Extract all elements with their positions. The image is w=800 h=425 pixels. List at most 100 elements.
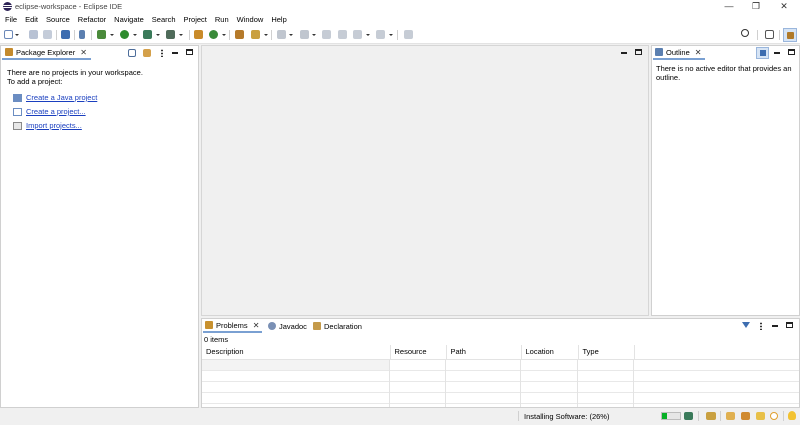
- maximize-view-icon[interactable]: [186, 49, 193, 55]
- restore-button[interactable]: ❐: [743, 0, 769, 13]
- column-type[interactable]: Type: [578, 345, 635, 360]
- outline-maximize-icon[interactable]: [788, 49, 795, 55]
- tab-package-explorer[interactable]: Package Explorer ✕: [2, 46, 91, 60]
- problems-minimize-icon[interactable]: [772, 325, 778, 327]
- search-icon[interactable]: [741, 29, 749, 37]
- back-history-icon[interactable]: [338, 30, 347, 39]
- menu-navigate[interactable]: Navigate: [110, 13, 148, 26]
- new-class-dropdown-icon[interactable]: [222, 34, 226, 36]
- column-description-label: Description: [206, 347, 244, 357]
- search-tool-icon[interactable]: [251, 30, 260, 39]
- wand-icon[interactable]: [756, 412, 765, 420]
- close-tab-icon[interactable]: ✕: [80, 48, 87, 57]
- menu-search[interactable]: Search: [148, 13, 180, 26]
- menu-run[interactable]: Run: [211, 13, 233, 26]
- update-icon[interactable]: [770, 412, 778, 420]
- progress-fill: [662, 413, 667, 419]
- import-projects-link[interactable]: Import projects...: [26, 121, 82, 130]
- tab-javadoc[interactable]: Javadoc: [268, 319, 307, 333]
- debug-icon[interactable]: [97, 30, 106, 39]
- search-dropdown-icon[interactable]: [264, 34, 268, 36]
- outline-tabbar: Outline ✕: [652, 46, 799, 60]
- new-file-icon[interactable]: [4, 30, 13, 39]
- create-project-row[interactable]: Create a project...: [13, 107, 86, 116]
- forward-icon[interactable]: [376, 30, 385, 39]
- problems-view-menu-icon[interactable]: [760, 322, 762, 330]
- create-project-link[interactable]: Create a project...: [26, 107, 86, 116]
- column-location[interactable]: Location: [521, 345, 579, 360]
- menu-window[interactable]: Window: [233, 13, 268, 26]
- terminal-icon[interactable]: [61, 30, 70, 39]
- save-icon[interactable]: [29, 30, 38, 39]
- package-explorer-tab-label: Package Explorer: [16, 47, 76, 57]
- create-java-project-row[interactable]: Create a Java project: [13, 93, 97, 102]
- outline-empty-message: There is no active editor that provides …: [656, 64, 792, 82]
- back-icon[interactable]: [353, 30, 362, 39]
- create-java-project-link[interactable]: Create a Java project: [26, 93, 97, 102]
- outline-minimize-icon[interactable]: [774, 52, 780, 54]
- next-annotation-dropdown-icon[interactable]: [289, 34, 293, 36]
- eclipse-logo-icon: [3, 2, 12, 11]
- column-description[interactable]: Description ^: [202, 345, 391, 360]
- tab-outline[interactable]: Outline ✕: [653, 46, 706, 60]
- new-dropdown-icon[interactable]: [15, 34, 19, 36]
- close-button[interactable]: ✕: [771, 0, 797, 13]
- focus-active-task-button[interactable]: [756, 47, 769, 59]
- declaration-tab-label: Declaration: [324, 321, 362, 331]
- last-edit-location-icon[interactable]: [322, 30, 331, 39]
- new-java-class-icon[interactable]: [209, 30, 218, 39]
- close-problems-icon[interactable]: ✕: [253, 321, 260, 330]
- menu-edit[interactable]: Edit: [21, 13, 42, 26]
- bottom-tabbar: Problems ✕ Javadoc Declaration: [202, 319, 799, 333]
- minimize-view-icon[interactable]: [172, 52, 178, 54]
- column-resource[interactable]: Resource: [390, 345, 447, 360]
- java-perspective-button[interactable]: [783, 28, 797, 42]
- menu-refactor[interactable]: Refactor: [74, 13, 110, 26]
- editor-maximize-icon[interactable]: [635, 49, 642, 55]
- problems-icon: [205, 321, 213, 329]
- next-annotation-icon[interactable]: [277, 30, 286, 39]
- lightbulb-icon[interactable]: [788, 411, 796, 420]
- open-perspective-icon[interactable]: [765, 30, 774, 39]
- menu-source[interactable]: Source: [42, 13, 74, 26]
- problems-tab-label: Problems: [216, 320, 248, 330]
- progress-bar: [661, 412, 681, 420]
- pin-editor-icon[interactable]: [404, 30, 413, 39]
- filter-icon[interactable]: [742, 322, 750, 328]
- debug-dropdown-icon[interactable]: [110, 34, 114, 36]
- skip-breakpoints-icon[interactable]: [79, 30, 85, 39]
- run-icon[interactable]: [120, 30, 129, 39]
- menu-help[interactable]: Help: [267, 13, 290, 26]
- minimize-button[interactable]: —: [716, 0, 742, 13]
- link-with-editor-icon[interactable]: [143, 49, 151, 57]
- external-tools-icon[interactable]: [166, 30, 175, 39]
- tab-problems[interactable]: Problems ✕: [203, 319, 263, 333]
- coverage-dropdown-icon[interactable]: [156, 34, 160, 36]
- coverage-icon[interactable]: [143, 30, 152, 39]
- notifications-icon[interactable]: [706, 412, 716, 420]
- tutorials-icon[interactable]: [741, 412, 750, 420]
- outline-tab-label: Outline: [666, 47, 690, 57]
- menu-file[interactable]: File: [0, 13, 21, 26]
- view-menu-icon[interactable]: [161, 49, 163, 57]
- tab-declaration[interactable]: Declaration: [313, 319, 362, 333]
- collapse-all-icon[interactable]: [128, 49, 136, 57]
- back-dropdown-icon[interactable]: [366, 34, 370, 36]
- external-tools-dropdown-icon[interactable]: [179, 34, 183, 36]
- progress-view-icon[interactable]: [684, 412, 693, 420]
- previous-annotation-dropdown-icon[interactable]: [312, 34, 316, 36]
- close-outline-icon[interactable]: ✕: [695, 48, 702, 57]
- problems-maximize-icon[interactable]: [786, 322, 793, 328]
- open-type-icon[interactable]: [235, 30, 244, 39]
- problems-table: Description ^ Resource Path Location Typ…: [202, 345, 799, 407]
- save-all-icon[interactable]: [43, 30, 52, 39]
- tips-icon[interactable]: [726, 412, 735, 420]
- editor-minimize-icon[interactable]: [621, 52, 627, 54]
- menu-project[interactable]: Project: [180, 13, 211, 26]
- import-projects-row[interactable]: Import projects...: [13, 121, 82, 130]
- new-java-package-icon[interactable]: [194, 30, 203, 39]
- run-dropdown-icon[interactable]: [133, 34, 137, 36]
- forward-dropdown-icon[interactable]: [389, 34, 393, 36]
- column-path[interactable]: Path: [446, 345, 522, 360]
- previous-annotation-icon[interactable]: [300, 30, 309, 39]
